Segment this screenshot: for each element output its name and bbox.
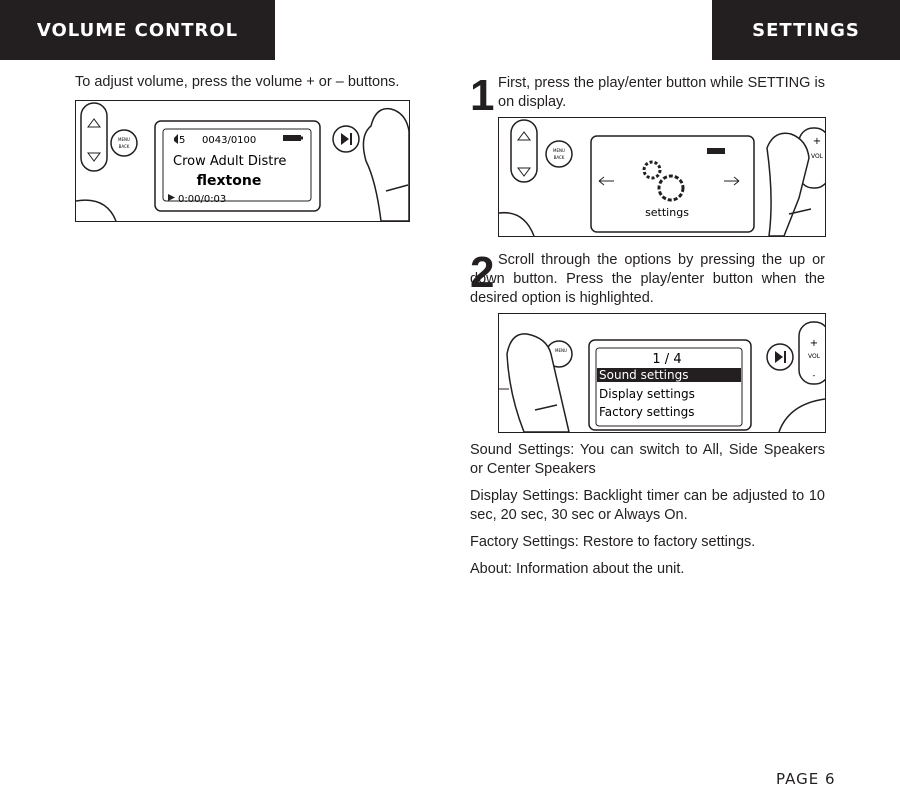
artist-name: flextone (197, 173, 262, 189)
volume-instruction: To adjust volume, press the volume + or … (75, 74, 400, 90)
settings-screen-illustration: MENU BACK settings + VOL (498, 117, 826, 237)
about-description: About: Information about the unit. (470, 561, 685, 577)
settings-menu-illustration: MENU 1 / 4 Sound settings Display settin… (498, 313, 826, 433)
menu-item-display: Display settings (599, 387, 695, 401)
settings-screen-label: settings (645, 206, 689, 219)
svg-text:+: + (813, 136, 821, 147)
section-header-volume-control: VOLUME CONTROL (0, 0, 275, 60)
volume-level: 5 (179, 135, 185, 146)
menu-button-label: MENU (118, 137, 130, 142)
svg-text:+: + (810, 338, 818, 349)
play-time: 0:00/0:03 (178, 194, 226, 205)
sound-settings-description: Sound Settings: You can switch to All, S… (470, 442, 825, 477)
step-1-number: 1 (470, 71, 495, 120)
volume-illustration: MENU BACK 5 0043/0100 Crow Adult Distre … (75, 100, 410, 222)
svg-text:-: - (813, 371, 816, 380)
section-header-settings: SETTINGS (712, 0, 900, 60)
svg-text:MENU: MENU (555, 348, 567, 353)
page-number: PAGE 6 (776, 770, 836, 785)
step-2-text: Scroll through the options by pressing t… (470, 252, 825, 306)
step-1-text: First, press the play/enter button while… (498, 75, 825, 110)
track-counter: 0043/0100 (202, 135, 256, 146)
factory-settings-description: Factory Settings: Restore to factory set… (470, 534, 756, 550)
menu-item-factory: Factory settings (599, 405, 695, 419)
display-settings-description: Display Settings: Backlight timer can be… (470, 488, 825, 523)
svg-text:VOL: VOL (811, 153, 824, 160)
svg-text:BACK: BACK (554, 155, 565, 160)
svg-text:VOL: VOL (808, 353, 821, 360)
svg-text:MENU: MENU (553, 148, 565, 153)
menu-page-indicator: 1 / 4 (652, 352, 681, 367)
track-title: Crow Adult Distre (173, 154, 286, 169)
section-title: SETTINGS (752, 19, 860, 41)
manual-page: VOLUME CONTROL SETTINGS To adjust volume… (0, 0, 900, 785)
back-button-label: BACK (119, 144, 130, 149)
section-title: VOLUME CONTROL (36, 19, 239, 41)
menu-item-sound: Sound settings (599, 368, 688, 382)
